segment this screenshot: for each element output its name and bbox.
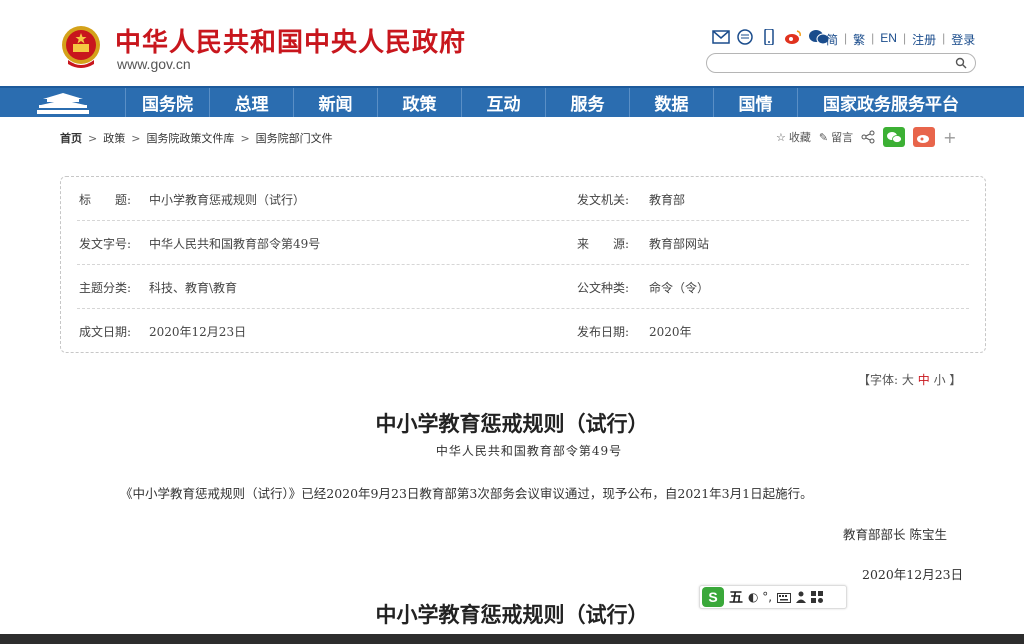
title-value: 中小学教育惩戒规则（试行） <box>149 193 306 207</box>
font-size-large[interactable]: 大 <box>902 373 914 387</box>
header-tools <box>712 28 830 46</box>
breadcrumb-policy[interactable]: 政策 <box>103 130 125 146</box>
nav-item-news[interactable]: 新闻 <box>294 88 378 117</box>
share-weibo-button[interactable] <box>913 127 936 147</box>
source-value: 教育部网站 <box>649 237 710 251</box>
published-date-value: 2020年 <box>649 325 692 339</box>
site-title[interactable]: 中华人民共和国中央人民政府 <box>115 22 466 59</box>
star-icon: ☆ <box>776 130 786 144</box>
mobile-icon[interactable] <box>760 28 778 46</box>
login-link[interactable]: 登录 <box>951 31 975 48</box>
separator: | <box>871 31 875 45</box>
separator: | <box>942 31 946 45</box>
topic-value: 科技、教育\教育 <box>149 281 238 295</box>
nav-item-premier[interactable]: 总理 <box>210 88 294 117</box>
topic-label: 主题分类: <box>79 281 132 295</box>
document-info-table: 标 题: 中小学教育惩戒规则（试行） 发文机关: 教育部 发文字号: 中华人民共… <box>60 176 986 353</box>
main-nav: 国务院 总理 新闻 政策 互动 服务 数据 国情 国家政务服务平台 <box>0 86 1024 117</box>
document-title: 中小学教育惩戒规则（试行） <box>375 411 649 436</box>
comment-label: 留言 <box>831 131 854 144</box>
wechat-icon[interactable] <box>808 29 830 45</box>
info-row: 发文字号: 中华人民共和国教育部令第49号 来 源: 教育部网站 <box>77 221 969 265</box>
nav-item-data[interactable]: 数据 <box>630 88 714 117</box>
issuer-value: 教育部 <box>649 193 686 207</box>
font-size-prefix: 【字体: <box>858 373 899 387</box>
site-url[interactable]: www.gov.cn <box>117 56 191 72</box>
message-icon[interactable] <box>736 29 754 45</box>
chevron-right-icon: > <box>131 131 141 145</box>
breadcrumb-department-docs[interactable]: 国务院部门文件 <box>256 130 333 146</box>
genre-value: 命令（令） <box>649 281 710 295</box>
nav-item-national-info[interactable]: 国情 <box>714 88 798 117</box>
share-wechat-button[interactable] <box>883 127 906 147</box>
ime-logo-icon[interactable]: S <box>702 587 724 607</box>
info-row: 成文日期: 2020年12月23日 发布日期: 2020年 <box>77 309 969 353</box>
chevron-right-icon: > <box>240 131 250 145</box>
lang-simplified[interactable]: 简 <box>826 31 838 48</box>
font-size-selector: 【字体: 大 中 小 】 <box>858 371 961 388</box>
nav-item-policy[interactable]: 政策 <box>378 88 462 117</box>
info-row: 主题分类: 科技、教育\教育 公文种类: 命令（令） <box>77 265 969 309</box>
grid-menu-icon[interactable] <box>811 588 824 607</box>
search-input[interactable] <box>706 53 976 73</box>
nav-item-services[interactable]: 服务 <box>546 88 630 117</box>
document-subtitle: 中华人民共和国教育部令第49号 <box>435 444 623 458</box>
breadcrumb-home[interactable]: 首页 <box>60 130 82 146</box>
info-row: 标 题: 中小学教育惩戒规则（试行） 发文机关: 教育部 <box>77 177 969 221</box>
nav-item-interaction[interactable]: 互动 <box>462 88 546 117</box>
genre-label: 公文种类: <box>577 281 630 295</box>
comment-button[interactable]: ✎ 留言 <box>819 129 853 145</box>
weibo-icon <box>917 134 930 143</box>
written-date-value: 2020年12月23日 <box>149 325 247 339</box>
docno-value: 中华人民共和国教育部令第49号 <box>149 237 321 251</box>
written-date-label: 成文日期: <box>79 325 132 339</box>
share-bar: ☆ 收藏 ✎ 留言 + <box>776 127 957 147</box>
font-size-suffix: 】 <box>949 373 962 387</box>
keyboard-icon[interactable] <box>777 588 792 607</box>
lang-english[interactable]: EN <box>880 31 897 48</box>
weibo-icon[interactable] <box>784 29 802 45</box>
ime-toolbar[interactable]: S 五 ◐ °, <box>699 585 847 609</box>
title-label: 标 题: <box>79 193 132 207</box>
docno-label: 发文字号: <box>79 237 132 251</box>
lang-traditional[interactable]: 繁 <box>853 31 865 48</box>
pencil-icon: ✎ <box>818 130 829 144</box>
taskbar <box>0 634 1024 644</box>
mail-icon[interactable] <box>712 29 730 45</box>
site-header: 中华人民共和国中央人民政府 www.gov.cn 简 | 繁 | EN | 注册… <box>0 0 1024 86</box>
separator: | <box>844 31 848 45</box>
breadcrumb: 首页 > 政策 > 国务院政策文件库 > 国务院部门文件 <box>60 130 333 146</box>
lang-links: 简 | 繁 | EN | 注册 | 登录 <box>826 31 975 48</box>
published-date-label: 发布日期: <box>577 325 630 339</box>
document-signature: 教育部部长 陈宝生 <box>843 527 947 542</box>
more-share-button[interactable]: + <box>943 128 956 147</box>
font-size-small[interactable]: 小 <box>934 373 946 387</box>
ime-symbols[interactable]: ◐ °, <box>748 590 772 604</box>
favorite-label: 收藏 <box>788 131 811 144</box>
document-paragraph: 《中小学教育惩戒规则（试行）》已经2020年9月23日教育部第3次部务会议审议通… <box>120 486 813 501</box>
font-size-medium[interactable]: 中 <box>918 373 930 387</box>
separator: | <box>902 31 907 45</box>
nav-item-gov-service-platform[interactable]: 国家政务服务平台 <box>798 88 984 117</box>
search-icon[interactable] <box>955 57 967 69</box>
national-emblem-icon[interactable] <box>60 24 102 70</box>
share-button[interactable] <box>861 130 875 144</box>
wechat-icon <box>887 131 902 143</box>
favorite-button[interactable]: ☆ 收藏 <box>776 129 811 145</box>
ime-mode[interactable]: 五 <box>729 587 743 607</box>
share-icon <box>861 130 875 144</box>
tiananmen-icon <box>36 92 89 114</box>
breadcrumb-policy-library[interactable]: 国务院政策文件库 <box>146 130 234 146</box>
chevron-right-icon: > <box>88 131 98 145</box>
issuer-label: 发文机关: <box>577 193 630 207</box>
document-date: 2020年12月23日 <box>862 567 964 582</box>
source-label: 来 源: <box>577 237 630 251</box>
nav-home[interactable] <box>0 88 126 117</box>
register-link[interactable]: 注册 <box>912 31 936 48</box>
rules-title: 中小学教育惩戒规则（试行） <box>375 602 649 627</box>
user-icon[interactable] <box>796 588 807 607</box>
nav-item-state-council[interactable]: 国务院 <box>126 88 210 117</box>
